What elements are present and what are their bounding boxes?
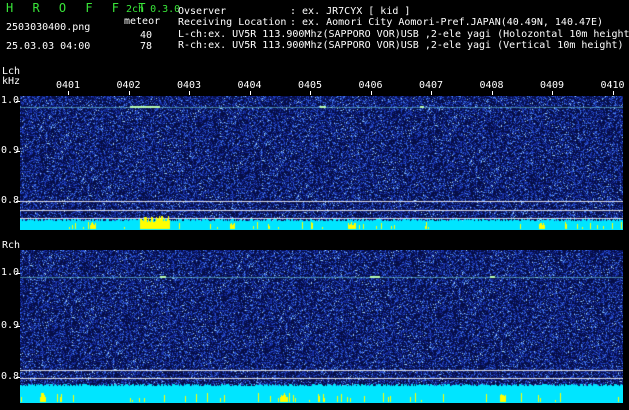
file-name: 2503030400.png	[6, 22, 91, 33]
time-tick-mark	[370, 91, 372, 95]
time-tick-label: 0404	[237, 80, 262, 91]
observer-value: : ex. JR7CYX [ kid ]	[290, 6, 411, 17]
meteor-label: meteor	[124, 16, 161, 27]
time-tick-label: 0410	[600, 80, 625, 91]
time-tick-label: 0406	[358, 80, 383, 91]
time-tick-label: 0407	[419, 80, 444, 91]
lch-y-tick-mark	[16, 101, 20, 102]
time-tick-label: 0401	[56, 80, 81, 91]
observer-label: Ovserver	[178, 6, 227, 17]
rch-y-tick-mark	[16, 326, 20, 327]
location-label: Receiving Location	[178, 17, 287, 28]
mode-label: 2ch 0.3.0	[126, 4, 181, 15]
rch-spectrogram	[20, 250, 623, 403]
time-tick-label: 0405	[298, 80, 323, 91]
lch-spectrogram	[20, 96, 623, 230]
rch-receiver-info: R-ch:ex. UV5R 113.900Mhz(SAPPORO VOR)USB…	[178, 40, 624, 51]
time-tick-mark	[310, 91, 311, 95]
time-tick-mark	[612, 91, 614, 95]
time-tick-label: 0409	[540, 80, 565, 91]
rch-y-tick-mark	[16, 377, 20, 378]
time-tick-label: 0403	[177, 80, 202, 91]
lch-count: 40	[140, 30, 153, 41]
time-tick-mark	[128, 91, 130, 95]
time-tick-mark	[431, 91, 432, 95]
time-tick-mark	[552, 91, 553, 95]
time-tick-mark	[249, 91, 251, 95]
time-tick-mark	[189, 91, 190, 95]
time-tick-label: 0408	[479, 80, 504, 91]
time-tick-mark	[68, 91, 69, 95]
time-tick-label: 0402	[116, 80, 141, 91]
location-value: : ex. Aomori City Aomori-Pref.JAPAN(40.4…	[290, 17, 604, 28]
rch-count: 78	[140, 41, 153, 52]
lch-y-tick-mark	[16, 201, 20, 202]
lch-receiver-info: L-ch:ex. UV5R 113.900Mhz(SAPPORO VOR)USB…	[178, 29, 629, 40]
rch-label: Rch	[2, 240, 21, 251]
time-tick-mark	[491, 91, 493, 95]
rch-y-tick-mark	[16, 273, 20, 274]
datetime: 25.03.03 04:00	[6, 41, 91, 52]
lch-unit: kHz	[2, 76, 21, 87]
lch-y-tick-mark	[16, 151, 20, 152]
